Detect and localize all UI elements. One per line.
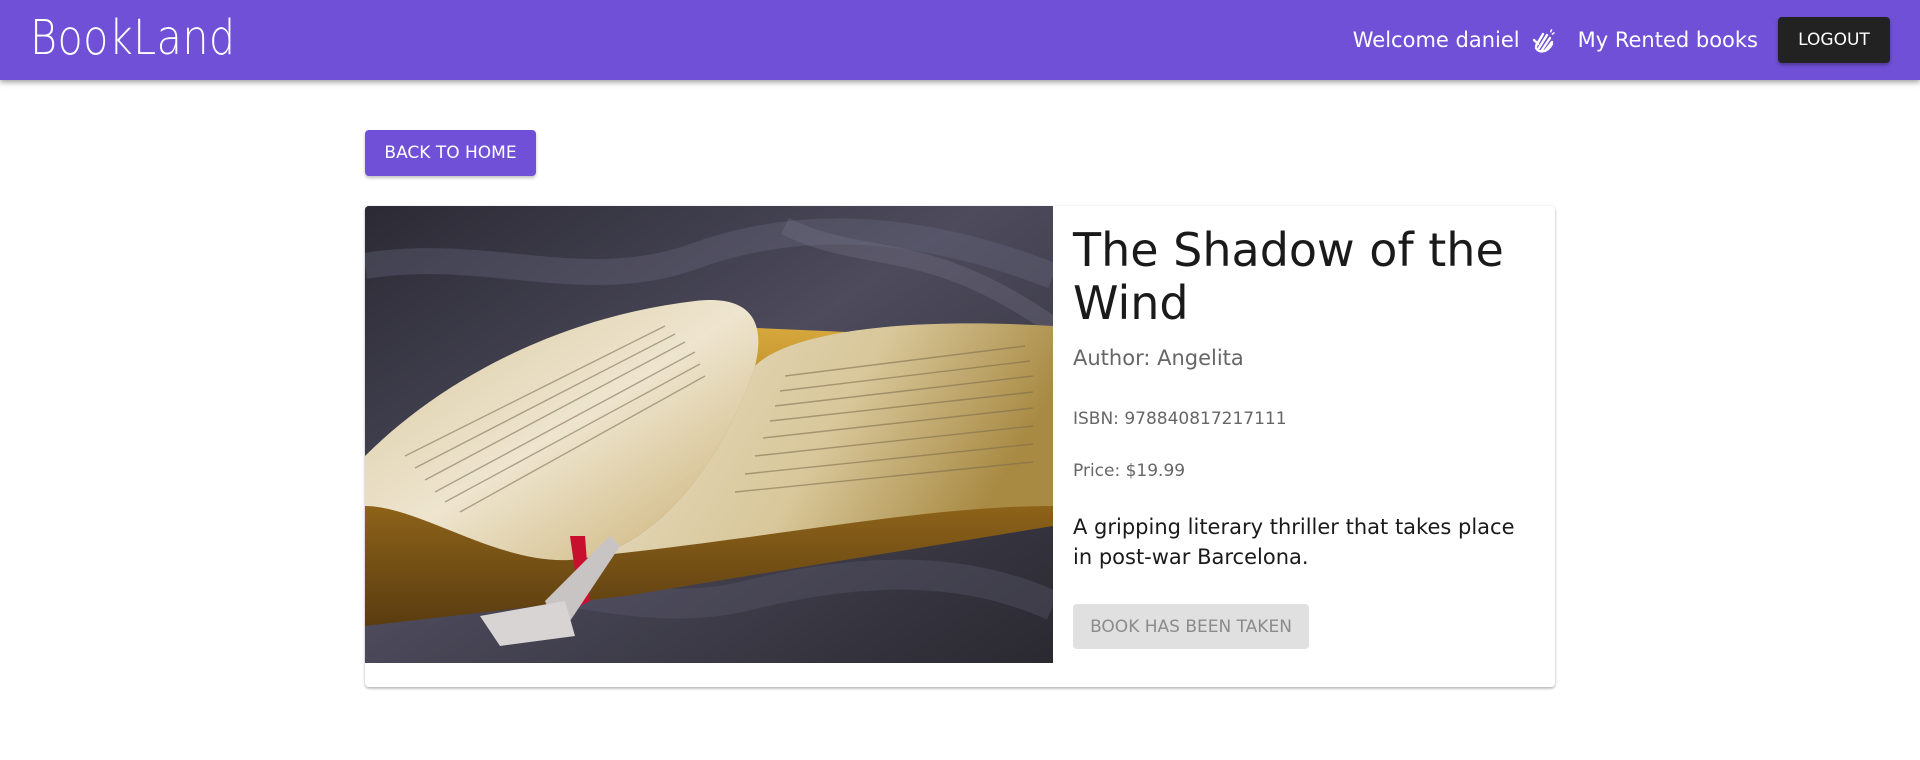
book-author: Author: Angelita [1073, 346, 1244, 370]
app-bar: BookLand Welcome daniel My Rented books … [0, 0, 1920, 80]
book-isbn: ISBN: 978840817217111 [1073, 409, 1287, 429]
book-price: Price: $19.99 [1073, 461, 1186, 481]
book-description: A gripping literary thriller that takes … [1073, 515, 1515, 569]
book-cover-image [365, 206, 1053, 663]
logout-button[interactable]: LOGOUT [1778, 17, 1890, 63]
my-rented-books-link[interactable]: My Rented books [1578, 28, 1758, 52]
book-detail-card: The Shadow of the Wind Author: Angelita … [365, 206, 1555, 687]
back-to-home-button[interactable]: BACK TO HOME [365, 130, 536, 176]
book-taken-button[interactable]: BOOK HAS BEEN TAKEN [1073, 604, 1309, 649]
brand-logo[interactable]: BookLand [30, 10, 236, 66]
book-title: The Shadow of the Wind [1073, 223, 1504, 330]
waving-hand-icon [1530, 26, 1558, 54]
book-details: The Shadow of the Wind Author: Angelita … [1073, 222, 1533, 649]
nav-right: Welcome daniel My Rented books LOGOUT [1353, 0, 1890, 80]
welcome-text: Welcome daniel [1352, 28, 1520, 52]
welcome-message: Welcome daniel [1353, 26, 1558, 54]
